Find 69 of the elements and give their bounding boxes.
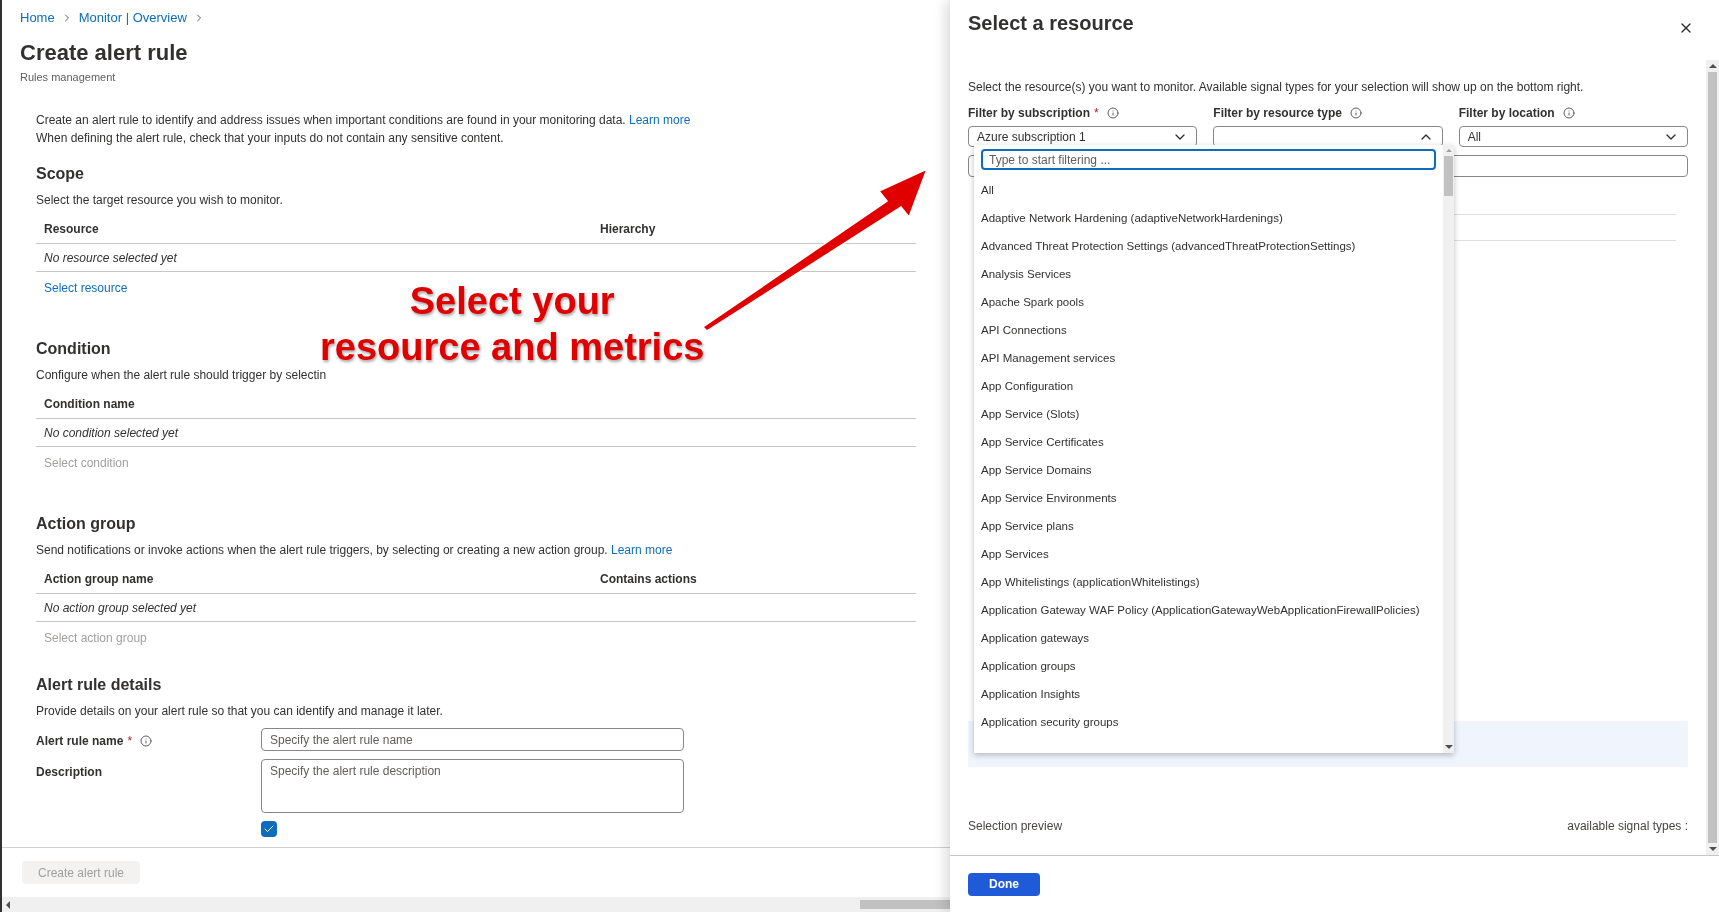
- check-icon: [263, 823, 275, 835]
- dropdown-option[interactable]: App Service plans: [981, 513, 1074, 541]
- empty-row-text: No condition selected yet: [44, 426, 179, 440]
- section-heading: Condition: [36, 339, 111, 359]
- section-description: Send notifications or invoke actions when the alert rule triggers, by selecting or creating a new action group. Learn more: [36, 542, 673, 559]
- selection-preview-label: Selection preview: [968, 818, 1063, 835]
- section-heading: Alert rule details: [36, 675, 162, 695]
- panel-description: Select the resource(s) you want to monitor. Available signal types for your selection will show up on the bottom right.: [968, 79, 1584, 96]
- panel-title: Select a resource: [968, 11, 1134, 36]
- filter-label: Filter by subscription: [968, 105, 1090, 122]
- page-title: Create alert rule: [19, 38, 189, 67]
- section-description: Select the target resource you wish to monitor.: [36, 192, 283, 209]
- done-button[interactable]: Done: [968, 872, 1040, 896]
- dropdown-option[interactable]: Advanced Threat Protection Settings (advancedThreatProtectionSettings): [981, 233, 1356, 261]
- info-icon: [1350, 107, 1363, 119]
- learn-more-link[interactable]: Learn more: [629, 113, 691, 127]
- enable-checkbox[interactable]: [261, 821, 277, 837]
- intro-text: Create an alert rule to identify and address issues when important conditions are found in your monitoring data. Learn more: [36, 112, 691, 129]
- select-link[interactable]: Select resource: [44, 281, 128, 295]
- dropdown-option[interactable]: App Services: [981, 541, 1049, 569]
- filter-input[interactable]: Type to start filtering ...: [981, 149, 1436, 170]
- dropdown-option[interactable]: All: [981, 177, 994, 205]
- section-description: Configure when the alert rule should trigger by selectin: [36, 367, 327, 384]
- dropdown-option[interactable]: Application Insights: [981, 681, 1081, 709]
- column-header: Contains actions: [600, 571, 697, 588]
- dropdown-option[interactable]: Adaptive Network Hardening (adaptiveNetworkHardenings): [981, 205, 1283, 233]
- info-icon: [1562, 107, 1575, 119]
- sensitive-content-note: When defining the alert rule, check that your inputs do not contain any sensitive content.: [36, 130, 504, 147]
- annotation-text: resource and metrics: [320, 325, 705, 370]
- page-subtitle: Rules management: [19, 69, 117, 85]
- field-label: Description: [36, 764, 102, 781]
- column-header: Condition name: [44, 396, 135, 413]
- learn-more-link[interactable]: Learn more: [611, 543, 673, 557]
- dropdown-option[interactable]: API Connections: [981, 317, 1067, 345]
- dropdown-option[interactable]: App Service Environments: [981, 485, 1117, 513]
- description-field[interactable]: Specify the alert rule description: [261, 759, 684, 813]
- breadcrumb-link[interactable]: Home: [20, 8, 55, 28]
- filter-dropdown[interactable]: All: [1458, 126, 1688, 147]
- breadcrumb-link[interactable]: Monitor | Overview: [78, 8, 187, 28]
- column-header: Hierarchy: [600, 221, 656, 238]
- dropdown-option[interactable]: App Service Domains: [981, 457, 1092, 485]
- column-header: Action group name: [44, 571, 154, 588]
- field-label: Alert rule name: [36, 733, 124, 750]
- annotation-text: Select your: [409, 279, 615, 324]
- dropdown-option[interactable]: API Management services: [981, 345, 1116, 373]
- info-icon: [140, 735, 153, 747]
- info-icon: [1106, 107, 1119, 119]
- dropdown-option[interactable]: App Service Certificates: [981, 429, 1104, 457]
- text-field[interactable]: Specify the alert rule name: [261, 728, 684, 751]
- section-description: Provide details on your alert rule so that you can identify and manage it later.: [36, 703, 443, 720]
- dropdown-option[interactable]: Analysis Services: [981, 261, 1072, 289]
- dropdown-option[interactable]: App Configuration: [981, 373, 1074, 401]
- required-asterisk: *: [1094, 105, 1099, 122]
- dropdown-option[interactable]: App Service (Slots): [981, 401, 1080, 429]
- dropdown-option[interactable]: App Whitelistings (applicationWhitelistings): [981, 569, 1200, 597]
- dropdown-option[interactable]: Application groups: [981, 653, 1076, 681]
- empty-row-text: No resource selected yet: [44, 251, 177, 265]
- dropdown-option[interactable]: Application Gateway WAF Policy (ApplicationGatewayWebApplicationFirewallPolicies): [981, 597, 1420, 625]
- dropdown-option[interactable]: Application security groups: [981, 709, 1119, 737]
- required-asterisk: *: [127, 733, 133, 750]
- section-heading: Scope: [36, 164, 84, 184]
- empty-row-text: No action group selected yet: [44, 601, 197, 615]
- section-heading: Action group: [36, 514, 136, 534]
- filter-label: Filter by resource type: [1213, 105, 1343, 122]
- dropdown-option[interactable]: Apache Spark pools: [981, 289, 1084, 317]
- signal-types-label: available signal types :: [1567, 818, 1688, 835]
- column-header: Resource: [44, 221, 99, 238]
- filter-label: Filter by location: [1458, 105, 1555, 122]
- dropdown-option[interactable]: Application gateways: [981, 625, 1090, 653]
